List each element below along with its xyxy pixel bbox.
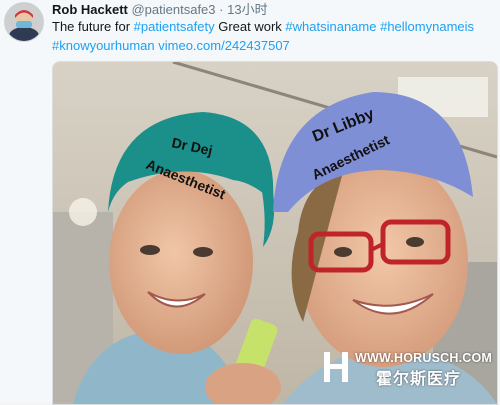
- author-avatar[interactable]: [4, 2, 44, 42]
- author-handle[interactable]: @patientsafe3: [131, 2, 215, 17]
- tweet-text-middle: Great work: [214, 19, 286, 34]
- header-separator: ·: [219, 2, 224, 17]
- tweet-card[interactable]: Rob Hackett @patientsafe3 · 13小时 The fut…: [0, 0, 500, 405]
- author-name[interactable]: Rob Hackett: [52, 2, 128, 17]
- watermark-brand: 霍尔斯医疗: [376, 371, 462, 388]
- avatar-image: [5, 3, 43, 41]
- horusch-watermark: WWW.HORUSCH.COM 霍尔斯医疗: [322, 349, 498, 388]
- hashtag-whatsinaname[interactable]: #whatsinaname: [285, 19, 376, 34]
- hashtag-patientsafety[interactable]: #patientsafety: [134, 19, 215, 34]
- horusch-logo-icon: [324, 352, 348, 382]
- tweet-text: The future for #patientsafety Great work…: [52, 17, 492, 55]
- watermark-url: WWW.HORUSCH.COM: [355, 351, 493, 365]
- hashtag-knowyourhuman[interactable]: #knowyourhuman: [52, 38, 155, 53]
- tweet-timestamp[interactable]: 13小时: [227, 2, 267, 17]
- hashtag-hellomynameis[interactable]: #hellomynameis: [380, 19, 474, 34]
- tweet-text-lead: The future for: [52, 19, 134, 34]
- vimeo-link[interactable]: vimeo.com/242437507: [158, 38, 290, 53]
